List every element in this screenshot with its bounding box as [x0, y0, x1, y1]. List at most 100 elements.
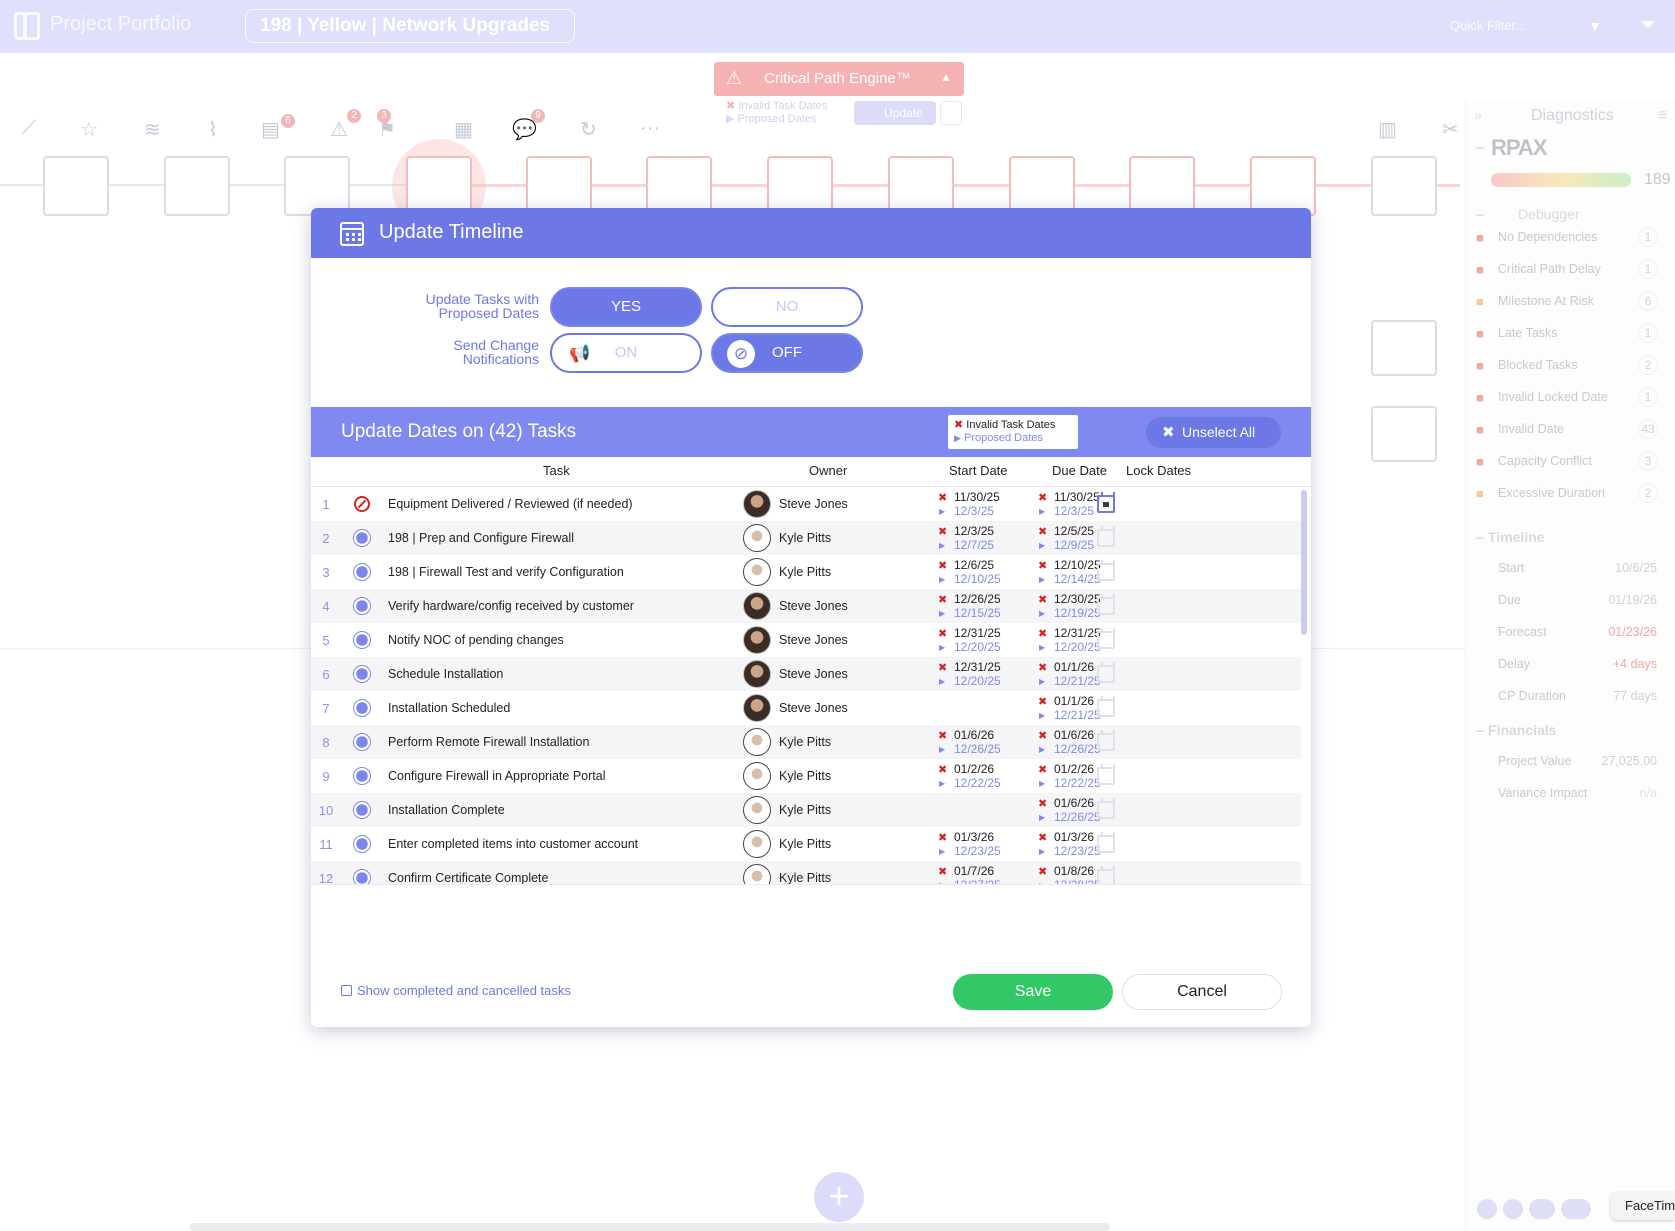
- table-row[interactable]: 10 Installation Complete Kyle Pitts ✖ 01/6/2…: [311, 793, 1301, 827]
- lock-dates-icon[interactable]: [1097, 764, 1115, 785]
- zoom-level[interactable]: [1561, 1199, 1591, 1219]
- flow-node[interactable]: [43, 156, 109, 216]
- filter-dropdown-icon[interactable]: ▼: [1588, 18, 1602, 34]
- selected-status-icon[interactable]: [354, 632, 370, 648]
- diagnostic-item[interactable]: Capacity Conflict: [1498, 454, 1592, 468]
- eye-icon[interactable]: [940, 101, 962, 125]
- table-row[interactable]: 11 Enter completed items into customer ac…: [311, 827, 1301, 861]
- checkbox-icon[interactable]: [341, 985, 352, 996]
- cpe-update-button[interactable]: Update: [854, 101, 936, 125]
- table-row[interactable]: 5 Notify NOC of pending changes Steve Jone…: [311, 623, 1301, 657]
- app-logo-icon[interactable]: [14, 12, 40, 40]
- flow-node[interactable]: [1371, 406, 1437, 462]
- lock-dates-icon[interactable]: [1097, 730, 1115, 751]
- column-owner[interactable]: Owner: [809, 463, 847, 478]
- flow-node[interactable]: [888, 156, 954, 216]
- cancelled-status-icon[interactable]: [354, 496, 370, 512]
- notifications-off-button[interactable]: ⊘ OFF: [711, 333, 863, 373]
- collapse-debugger-icon[interactable]: –: [1476, 206, 1484, 222]
- more-icon[interactable]: ···: [640, 117, 660, 140]
- filter-funnel-icon[interactable]: ⏷: [1640, 14, 1656, 37]
- cancel-button[interactable]: Cancel: [1122, 974, 1282, 1010]
- menu-icon[interactable]: ≡: [1658, 107, 1667, 125]
- column-lock-dates[interactable]: Lock Dates: [1126, 463, 1191, 478]
- lock-dates-icon[interactable]: [1097, 594, 1115, 615]
- table-row[interactable]: 8 Perform Remote Firewall Installation Kyl…: [311, 725, 1301, 759]
- collapse-icon[interactable]: »: [1474, 107, 1482, 123]
- show-completed-checkbox[interactable]: Show completed and cancelled tasks: [341, 983, 571, 998]
- zoom-in-icon[interactable]: [1503, 1199, 1523, 1219]
- selected-status-icon[interactable]: [354, 802, 370, 818]
- lock-dates-icon[interactable]: [1097, 866, 1115, 884]
- diagnostic-item[interactable]: Invalid Date: [1498, 422, 1564, 436]
- flow-node[interactable]: [1371, 320, 1437, 376]
- selected-status-icon[interactable]: [354, 598, 370, 614]
- selected-status-icon[interactable]: [354, 768, 370, 784]
- layers-icon[interactable]: ≋: [144, 117, 161, 142]
- add-task-button[interactable]: +: [814, 1172, 864, 1222]
- flow-node[interactable]: [1371, 156, 1437, 216]
- table-row[interactable]: 3 198 | Firewall Test and verify Configur…: [311, 555, 1301, 589]
- unselect-all-button[interactable]: ✖ Unselect All: [1146, 417, 1281, 448]
- diagnostic-item[interactable]: Critical Path Delay: [1498, 262, 1601, 276]
- quick-filter-input[interactable]: Quick Filter...: [1450, 18, 1526, 33]
- column-task[interactable]: Task: [543, 463, 570, 478]
- layout-icon[interactable]: ▥: [1378, 117, 1397, 142]
- critical-path-engine-banner[interactable]: ⚠ Critical Path Engine™ ▲: [714, 62, 964, 96]
- flow-node[interactable]: [526, 156, 592, 216]
- refresh-icon[interactable]: ↻: [580, 117, 597, 142]
- table-row[interactable]: 9 Configure Firewall in Appropriate Porta…: [311, 759, 1301, 793]
- collapse-timeline-icon[interactable]: –: [1476, 529, 1484, 545]
- collapse-financials-icon[interactable]: –: [1476, 722, 1484, 738]
- table-row[interactable]: 1 Equipment Delivered / Reviewed (if need…: [311, 487, 1301, 521]
- lock-dates-icon[interactable]: [1097, 492, 1115, 513]
- table-row[interactable]: 4 Verify hardware/config received by cust…: [311, 589, 1301, 623]
- notes-icon[interactable]: ▤: [261, 117, 280, 142]
- table-row[interactable]: 7 Installation Scheduled Steve Jones ✖ 01/1/…: [311, 691, 1301, 725]
- diagnostic-item[interactable]: Blocked Tasks: [1498, 358, 1578, 372]
- flow-node[interactable]: [767, 156, 833, 216]
- attachment-icon[interactable]: ⌇: [208, 117, 218, 142]
- diagnostic-item[interactable]: Invalid Locked Date: [1498, 390, 1608, 404]
- selected-status-icon[interactable]: [354, 530, 370, 546]
- collapse-rpax-icon[interactable]: –: [1476, 139, 1484, 155]
- project-breadcrumb[interactable]: 198 | Yellow | Network Upgrades: [245, 9, 576, 43]
- lock-dates-icon[interactable]: [1097, 798, 1115, 819]
- diagnostic-item[interactable]: Late Tasks: [1498, 326, 1558, 340]
- column-start-date[interactable]: Start Date: [949, 463, 1008, 478]
- lock-dates-icon[interactable]: [1097, 662, 1115, 683]
- board-icon[interactable]: ▦: [454, 117, 473, 142]
- lock-dates-icon[interactable]: [1097, 696, 1115, 717]
- notifications-on-button[interactable]: 📢 ON: [550, 333, 702, 373]
- selected-status-icon[interactable]: [354, 836, 370, 852]
- column-due-date[interactable]: Due Date: [1052, 463, 1107, 478]
- chevron-up-icon[interactable]: ▲: [940, 70, 952, 84]
- selected-status-icon[interactable]: [354, 870, 370, 884]
- selected-status-icon[interactable]: [354, 734, 370, 750]
- magic-wand-icon[interactable]: ⟋: [22, 117, 36, 140]
- table-row[interactable]: 12 Confirm Certificate Complete Kyle Pitts…: [311, 861, 1301, 884]
- table-row[interactable]: 2 198 | Prep and Configure Firewall Kyle P…: [311, 521, 1301, 555]
- flow-node[interactable]: [1250, 156, 1316, 216]
- diagnostic-item[interactable]: Excessive Duration: [1498, 486, 1605, 500]
- yes-button[interactable]: YES: [550, 287, 702, 327]
- selected-status-icon[interactable]: [354, 564, 370, 580]
- horizontal-scrollbar[interactable]: [190, 1223, 1110, 1231]
- save-button[interactable]: Save: [953, 974, 1113, 1010]
- lock-dates-icon[interactable]: [1097, 526, 1115, 547]
- diagnostic-item[interactable]: Milestone At Risk: [1498, 294, 1594, 308]
- flow-node[interactable]: [1129, 156, 1195, 216]
- flow-node[interactable]: [164, 156, 230, 216]
- zoom-out-icon[interactable]: [1477, 1199, 1497, 1219]
- table-row[interactable]: 6 Schedule Installation Steve Jones ✖ 12/31/…: [311, 657, 1301, 691]
- lock-dates-icon[interactable]: [1097, 832, 1115, 853]
- flow-node[interactable]: [1009, 156, 1075, 216]
- flow-node[interactable]: [406, 156, 472, 216]
- tools-icon[interactable]: ✂: [1442, 117, 1459, 142]
- lock-dates-icon[interactable]: [1097, 628, 1115, 649]
- no-button[interactable]: NO: [711, 287, 863, 327]
- warning-icon[interactable]: ⚠: [330, 117, 348, 142]
- lock-dates-icon[interactable]: [1097, 560, 1115, 581]
- selected-status-icon[interactable]: [354, 666, 370, 682]
- fit-icon[interactable]: [1529, 1199, 1555, 1219]
